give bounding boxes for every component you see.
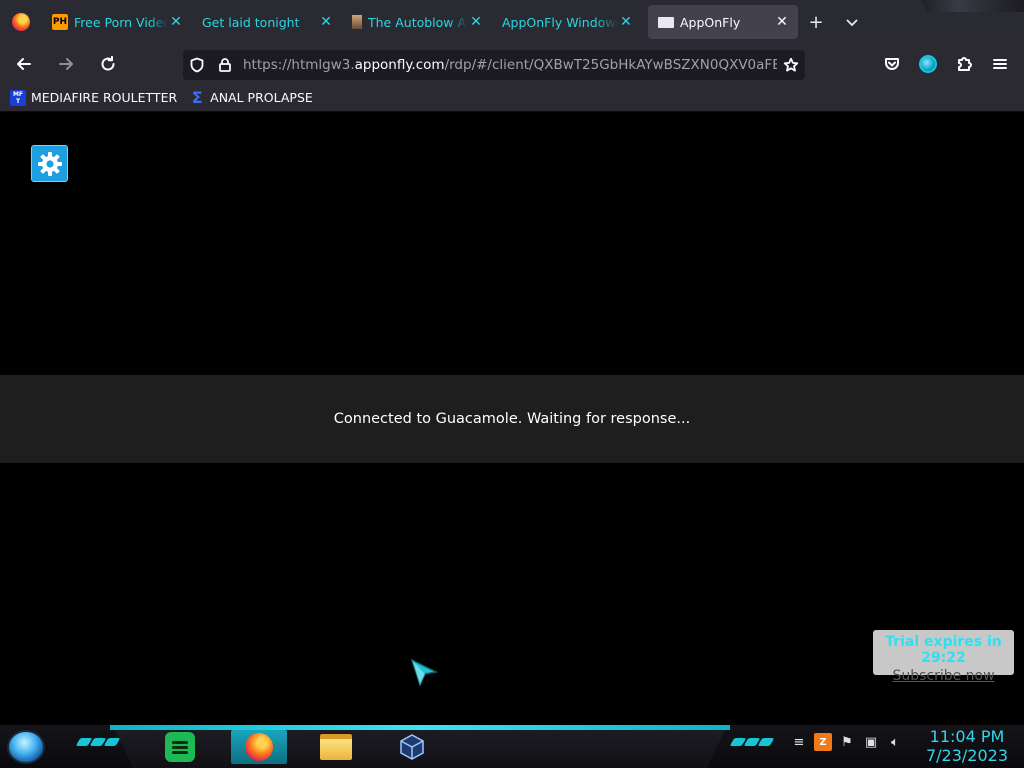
tab-favicon-icon xyxy=(352,15,362,29)
new-tab-plus-icon[interactable]: + xyxy=(798,0,834,44)
tab-favicon-icon xyxy=(658,16,674,28)
bookmark-mediafire-rouletter[interactable]: MF T MEDIAFIRE ROULETTER xyxy=(10,89,178,106)
tray-overflow-icon[interactable]: ≡ xyxy=(790,733,808,751)
arrow-left-icon xyxy=(17,58,31,70)
back-button[interactable] xyxy=(6,46,42,82)
trial-notice: Trial expires in 29:22 Subscribe now xyxy=(873,630,1014,684)
tab-4[interactable]: AppOnFly Windows ✕ xyxy=(492,5,642,39)
tab-3[interactable]: The Autoblow AI ✕ xyxy=(342,5,492,39)
taskbar-app-spotify[interactable] xyxy=(152,730,208,764)
bookmarks-toolbar: MF T MEDIAFIRE ROULETTER Σ ANAL PROLAPSE xyxy=(0,84,1024,112)
close-tab-icon[interactable]: ✕ xyxy=(318,14,334,30)
account-button[interactable] xyxy=(910,46,946,82)
network-icon[interactable]: ▣ xyxy=(862,733,880,751)
hamburger-menu-icon xyxy=(993,59,1007,69)
app-menu-button[interactable] xyxy=(982,46,1018,82)
tab-1[interactable]: PH Free Porn Videos ✕ xyxy=(42,5,192,39)
arrow-right-icon xyxy=(59,58,73,70)
reload-button[interactable] xyxy=(90,46,126,82)
close-tab-icon[interactable]: ✕ xyxy=(774,14,790,30)
close-tab-icon[interactable]: ✕ xyxy=(468,14,484,30)
url-text[interactable]: https://htmlgw3.apponfly.com/rdp/#/clien… xyxy=(239,57,777,73)
chevron-decoration-icon xyxy=(729,738,775,746)
firefox-menu-icon[interactable] xyxy=(0,0,42,44)
url-bar[interactable]: https://htmlgw3.apponfly.com/rdp/#/clien… xyxy=(183,50,805,80)
url-path: /rdp/#/client/QXBwT25GbHkAYwBSZXN0QXV0aF… xyxy=(444,57,777,73)
close-tab-icon[interactable]: ✕ xyxy=(618,14,634,30)
folder-icon xyxy=(320,734,352,760)
tab-title: The Autoblow AI xyxy=(368,14,468,30)
extensions-button[interactable] xyxy=(946,46,982,82)
tab-favicon-icon: PH xyxy=(52,14,68,30)
tab-title: Free Porn Videos xyxy=(74,14,168,30)
lock-icon[interactable] xyxy=(211,57,239,73)
taskbar-clock[interactable]: 11:04 PM 7/23/2023 xyxy=(926,727,1008,765)
connection-status-text: Connected to Guacamole. Waiting for resp… xyxy=(333,411,691,427)
tab-title: AppOnFly Windows xyxy=(502,14,618,30)
bookmark-label: ANAL PROLAPSE xyxy=(210,90,313,105)
close-tab-icon[interactable]: ✕ xyxy=(168,14,184,30)
sigma-favicon-icon: Σ xyxy=(191,88,203,107)
reload-icon xyxy=(101,55,115,71)
taskbar-app-firefox[interactable] xyxy=(231,730,287,764)
bookmark-label: MEDIAFIRE ROULETTER xyxy=(31,90,178,105)
mediafire-favicon-icon: MF T xyxy=(10,89,26,106)
taskbar-app-file-explorer[interactable] xyxy=(308,730,364,764)
tab-strip: PH Free Porn Videos ✕ Get laid tonight ✕… xyxy=(0,0,1024,44)
bookmark-star-icon[interactable] xyxy=(777,57,805,73)
tab-title: Get laid tonight xyxy=(202,14,300,30)
clock-time: 11:04 PM xyxy=(929,727,1005,746)
connection-status-banner: Connected to Guacamole. Waiting for resp… xyxy=(0,375,1024,463)
system-tray: ≡ Z ⚑ ▣ 🔈︎ xyxy=(790,733,904,751)
firefox-icon xyxy=(245,733,273,761)
trial-countdown-text: Trial expires in 29:22 xyxy=(885,634,1002,666)
flag-notification-icon[interactable]: ⚑ xyxy=(838,733,856,751)
tab-2[interactable]: Get laid tonight ✕ xyxy=(192,5,342,39)
chevron-decoration-icon xyxy=(75,738,121,746)
spotify-icon xyxy=(165,732,195,762)
navigation-toolbar: https://htmlgw3.apponfly.com/rdp/#/clien… xyxy=(0,44,1024,84)
remote-desktop-viewport[interactable]: Connected to Guacamole. Waiting for resp… xyxy=(0,113,1024,725)
theme-decoration xyxy=(920,0,1024,12)
tray-app-icon[interactable]: Z xyxy=(814,733,832,751)
account-avatar-icon xyxy=(919,55,937,73)
forward-button[interactable] xyxy=(48,46,84,82)
url-host: apponfly.com xyxy=(354,57,445,73)
start-button-orb-icon[interactable] xyxy=(7,730,45,764)
taskbar-app-virtualbox[interactable] xyxy=(384,730,440,764)
settings-button[interactable] xyxy=(31,145,68,182)
list-all-tabs-chevron-icon[interactable] xyxy=(834,0,870,44)
subscribe-now-link[interactable]: Subscribe now xyxy=(873,668,1014,684)
pocket-button[interactable] xyxy=(874,46,910,82)
clock-date: 7/23/2023 xyxy=(925,746,1008,765)
puzzle-piece-icon xyxy=(958,57,972,71)
tab-5-active[interactable]: AppOnFly ✕ xyxy=(648,5,798,39)
gear-icon xyxy=(37,151,62,176)
tracking-protection-shield-icon[interactable] xyxy=(183,57,211,73)
pocket-icon xyxy=(885,58,899,70)
tab-title: AppOnFly xyxy=(680,14,741,30)
mouse-cursor-icon xyxy=(410,658,438,688)
bookmark-second[interactable]: Σ ANAL PROLAPSE xyxy=(189,90,313,106)
windows-taskbar: ≡ Z ⚑ ▣ 🔈︎ 11:04 PM 7/23/2023 xyxy=(0,725,1024,768)
virtualbox-cube-icon xyxy=(400,734,424,760)
volume-icon[interactable]: 🔈︎ xyxy=(886,733,904,751)
url-prefix: https://htmlgw3. xyxy=(243,57,355,73)
